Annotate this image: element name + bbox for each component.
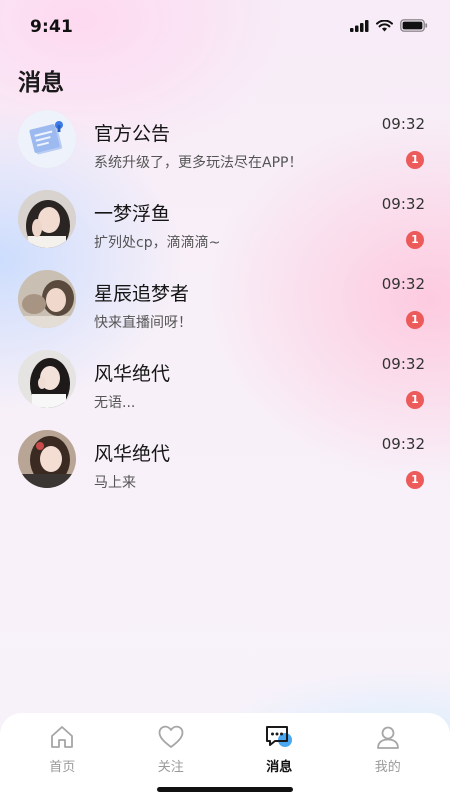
message-preview: 扩列处cp，滴滴滴~ <box>94 235 221 251</box>
tab-label: 我的 <box>374 760 401 775</box>
contact-name: 风华绝代 <box>94 443 171 465</box>
message-list: 官方公告 系统升级了，更多玩法尽在APP！ 09:32 1 一梦浮鱼 扩列处cp… <box>0 104 450 504</box>
announcement-note-icon <box>18 110 76 168</box>
message-preview: 马上来 <box>94 475 136 491</box>
bottom-tab-bar: 首页 关注 消息 我的 <box>0 713 450 800</box>
avatar <box>18 430 76 488</box>
tab-label: 关注 <box>157 760 184 775</box>
unread-badge: 1 <box>406 391 424 409</box>
chat-bubble-icon <box>264 722 294 752</box>
contact-name: 风华绝代 <box>94 363 171 385</box>
status-icons <box>350 19 428 32</box>
heart-icon <box>156 722 186 752</box>
unread-badge: 1 <box>406 311 424 329</box>
message-time: 09:32 <box>381 275 425 293</box>
avatar <box>18 350 76 408</box>
message-item[interactable]: 风华绝代 马上来 09:32 1 <box>0 424 450 504</box>
message-preview: 系统升级了，更多玩法尽在APP！ <box>94 155 303 171</box>
tab-profile[interactable]: 我的 <box>343 713 433 800</box>
message-time: 09:32 <box>381 355 425 373</box>
tab-home[interactable]: 首页 <box>17 713 107 800</box>
message-item[interactable]: 风华绝代 无语... 09:32 1 <box>0 344 450 424</box>
battery-icon <box>400 19 428 32</box>
unread-badge: 1 <box>406 231 424 249</box>
user-icon <box>373 722 403 752</box>
message-preview: 快来直播间呀！ <box>94 315 192 331</box>
tab-label: 消息 <box>266 760 293 775</box>
wifi-icon <box>376 19 393 31</box>
home-indicator <box>157 787 293 792</box>
page-title: 消息 <box>18 70 64 96</box>
unread-badge: 1 <box>406 151 424 169</box>
message-item[interactable]: 星辰追梦者 快来直播间呀！ 09:32 1 <box>0 264 450 344</box>
status-time: 9:41 <box>30 17 74 37</box>
unread-badge: 1 <box>406 471 424 489</box>
status-bar: 9:41 <box>0 0 450 54</box>
message-preview: 无语... <box>94 395 136 411</box>
avatar <box>18 270 76 328</box>
contact-name: 官方公告 <box>94 123 171 145</box>
message-item[interactable]: 官方公告 系统升级了，更多玩法尽在APP！ 09:32 1 <box>0 104 450 184</box>
message-time: 09:32 <box>381 435 425 453</box>
contact-name: 星辰追梦者 <box>94 283 190 305</box>
home-icon <box>47 722 77 752</box>
message-time: 09:32 <box>381 195 425 213</box>
message-item[interactable]: 一梦浮鱼 扩列处cp，滴滴滴~ 09:32 1 <box>0 184 450 264</box>
message-time: 09:32 <box>381 115 425 133</box>
tab-label: 首页 <box>49 760 76 775</box>
contact-name: 一梦浮鱼 <box>94 203 171 225</box>
avatar <box>18 190 76 248</box>
cellular-signal-icon <box>350 19 369 32</box>
